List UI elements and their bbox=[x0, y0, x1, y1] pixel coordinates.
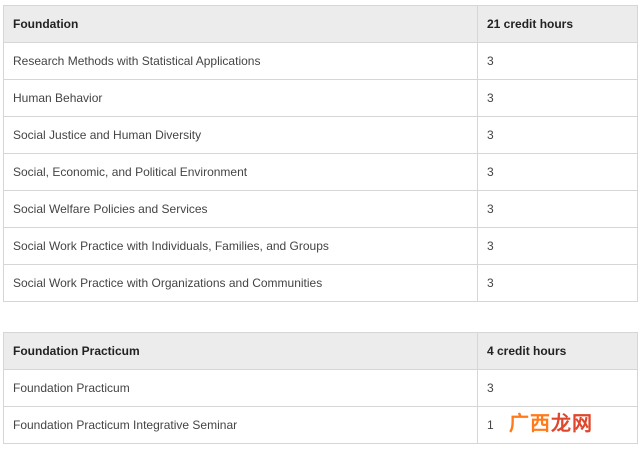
practicum-table: Foundation Practicum 4 credit hours Foun… bbox=[3, 332, 638, 444]
course-name-cell: Social Justice and Human Diversity bbox=[3, 116, 478, 154]
header-name-cell: Foundation Practicum bbox=[3, 332, 478, 370]
header-credits-cell: 21 credit hours bbox=[477, 5, 638, 43]
course-name-cell: Foundation Practicum bbox=[3, 369, 478, 407]
course-name-cell: Human Behavior bbox=[3, 79, 478, 117]
header-credits-cell: 4 credit hours bbox=[477, 332, 638, 370]
table-row: Social Work Practice with Individuals, F… bbox=[3, 227, 638, 265]
course-credits-cell: 3 bbox=[477, 42, 638, 80]
table-row: Social, Economic, and Political Environm… bbox=[3, 153, 638, 191]
table-row: Foundation Practicum Integrative Seminar… bbox=[3, 406, 638, 444]
page: Foundation 21 credit hours Research Meth… bbox=[0, 0, 640, 449]
course-name-cell: Social Work Practice with Organizations … bbox=[3, 264, 478, 302]
course-name-cell: Social Welfare Policies and Services bbox=[3, 190, 478, 228]
course-name-cell: Social Work Practice with Individuals, F… bbox=[3, 227, 478, 265]
header-name-cell: Foundation bbox=[3, 5, 478, 43]
table-row: Foundation Practicum 3 bbox=[3, 369, 638, 407]
table-row: Social Welfare Policies and Services 3 bbox=[3, 190, 638, 228]
course-credits-cell: 1 bbox=[477, 406, 638, 444]
foundation-table: Foundation 21 credit hours Research Meth… bbox=[3, 5, 638, 302]
course-name-cell: Research Methods with Statistical Applic… bbox=[3, 42, 478, 80]
table-row: Social Justice and Human Diversity 3 bbox=[3, 116, 638, 154]
course-credits-cell: 3 bbox=[477, 79, 638, 117]
course-credits-cell: 3 bbox=[477, 190, 638, 228]
table-row: Social Work Practice with Organizations … bbox=[3, 264, 638, 302]
table-header-row: Foundation 21 credit hours bbox=[3, 5, 638, 43]
table-row: Research Methods with Statistical Applic… bbox=[3, 42, 638, 80]
course-credits-cell: 3 bbox=[477, 116, 638, 154]
course-credits-cell: 3 bbox=[477, 369, 638, 407]
course-name-cell: Foundation Practicum Integrative Seminar bbox=[3, 406, 478, 444]
course-name-cell: Social, Economic, and Political Environm… bbox=[3, 153, 478, 191]
table-row: Human Behavior 3 bbox=[3, 79, 638, 117]
course-credits-cell: 3 bbox=[477, 264, 638, 302]
table-header-row: Foundation Practicum 4 credit hours bbox=[3, 332, 638, 370]
course-credits-cell: 3 bbox=[477, 153, 638, 191]
course-credits-cell: 3 bbox=[477, 227, 638, 265]
